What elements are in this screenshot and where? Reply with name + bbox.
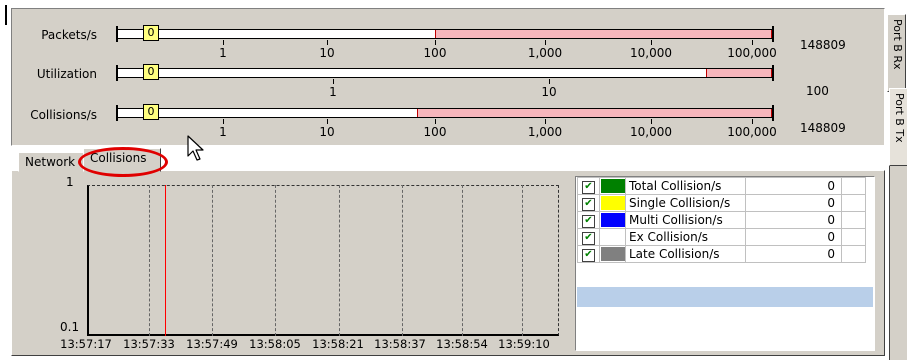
x-label: 13:58:21	[312, 337, 364, 351]
tab-network-label: Network	[25, 155, 76, 169]
legend-series-name: Ex Collision/s	[625, 228, 746, 246]
utilization-tick-1: 1	[329, 85, 337, 99]
packets-tick-1: 1	[219, 46, 227, 60]
grid-line	[149, 185, 150, 336]
legend-checkbox[interactable]: ✔	[582, 180, 595, 194]
grid-line	[212, 185, 213, 336]
packets-gauge: 0	[116, 25, 774, 42]
legend-row[interactable]: ✔ Total Collision/s 0	[577, 177, 866, 195]
legend-selected-row[interactable]	[577, 287, 873, 307]
legend-color-swatch	[600, 247, 625, 261]
collisions-total: 148809	[800, 121, 846, 135]
legend-series-value: 0	[745, 211, 842, 229]
collisions-tick-1: 1	[219, 125, 227, 139]
utilization-total: 100	[806, 84, 829, 98]
packets-tick-10: 10	[319, 46, 335, 60]
tab-port-b-tx[interactable]: Port B Tx	[889, 88, 907, 166]
legend-row[interactable]: ✔ Ex Collision/s 0	[577, 228, 866, 246]
collisions-tick-1000: 1,000	[527, 125, 563, 139]
packets-tick-1000: 1,000	[527, 46, 563, 60]
tab-port-b-rx-label: Port B Rx	[891, 19, 904, 70]
packets-tick-10000: 10,000	[630, 46, 672, 60]
collisions-value-marker: 0	[143, 104, 159, 120]
collisions-gauge-fill	[417, 109, 772, 117]
legend-series-name: Late Collision/s	[625, 245, 746, 263]
x-label: 13:58:54	[436, 337, 488, 351]
legend-row[interactable]: ✔ Late Collision/s 0	[577, 245, 866, 263]
legend-row[interactable]: ✔ Multi Collision/s 0	[577, 211, 866, 229]
utilization-value-marker: 0	[143, 64, 159, 80]
legend-row[interactable]: ✔ Single Collision/s 0	[577, 194, 866, 212]
utilization-label: Utilization	[36, 67, 97, 81]
x-label: 13:59:10	[498, 337, 550, 351]
right-gray-strip	[889, 166, 907, 360]
legend-checkbox[interactable]: ✔	[582, 231, 595, 245]
legend-color-swatch	[600, 230, 625, 244]
legend-color-swatch	[600, 213, 625, 227]
legend-series-name: Total Collision/s	[625, 177, 746, 195]
grid-line	[402, 185, 403, 336]
legend-series-value: 0	[745, 194, 842, 212]
collisions-tick-10: 10	[319, 125, 335, 139]
legend-checkbox[interactable]: ✔	[582, 197, 595, 211]
collisions-label: Collisions/s	[30, 108, 97, 122]
legend-series-value: 0	[745, 245, 842, 263]
collisions-gauge: 0	[116, 104, 774, 121]
mouse-cursor-icon	[187, 135, 204, 161]
collision-graph	[87, 185, 559, 336]
tab-port-b-tx-label: Port B Tx	[893, 93, 906, 143]
legend-series-name: Single Collision/s	[625, 194, 746, 212]
legend-table: ✔ Total Collision/s 0 ✔ Single Collision/s 0 ✔…	[577, 177, 866, 263]
packets-total: 148809	[800, 38, 846, 52]
packets-label: Packets/s	[41, 28, 97, 42]
legend-series-name: Multi Collision/s	[625, 211, 746, 229]
legend-series-value: 0	[745, 228, 842, 246]
x-label: 13:57:17	[60, 337, 112, 351]
collisions-tick-100000: 100,000	[727, 125, 777, 139]
x-label: 13:57:49	[186, 337, 238, 351]
tab-port-b-rx[interactable]: Port B Rx	[887, 14, 906, 92]
x-label: 13:58:37	[374, 337, 426, 351]
tab-network[interactable]: Network	[18, 152, 84, 172]
grid-line	[339, 185, 340, 336]
grid-line	[522, 185, 523, 336]
legend-checkbox[interactable]: ✔	[582, 214, 595, 228]
x-label: 13:57:33	[123, 337, 175, 351]
graph-y-min: 0.1	[60, 320, 80, 334]
packets-tick-100: 100	[423, 46, 447, 60]
packets-gauge-fill	[435, 30, 772, 38]
grid-line	[275, 185, 276, 336]
utilization-tick-10: 10	[541, 85, 557, 99]
legend-checkbox[interactable]: ✔	[582, 248, 595, 262]
packets-value-marker: 0	[143, 25, 159, 41]
legend-color-swatch	[600, 179, 625, 193]
x-label: 13:58:05	[249, 337, 301, 351]
collisions-tick-100: 100	[423, 125, 447, 139]
grid-line	[462, 185, 463, 336]
utilization-gauge: 0	[116, 64, 774, 81]
highlight-ellipse	[78, 147, 168, 177]
graph-y-max: 1	[66, 175, 74, 189]
legend-color-swatch	[600, 196, 625, 210]
collisions-tick-10000: 10,000	[630, 125, 672, 139]
window-left-edge	[5, 5, 7, 25]
utilization-gauge-fill	[706, 69, 772, 77]
packets-tick-100000: 100,000	[727, 46, 777, 60]
time-cursor-line[interactable]	[165, 185, 166, 336]
legend-series-value: 0	[745, 177, 842, 195]
